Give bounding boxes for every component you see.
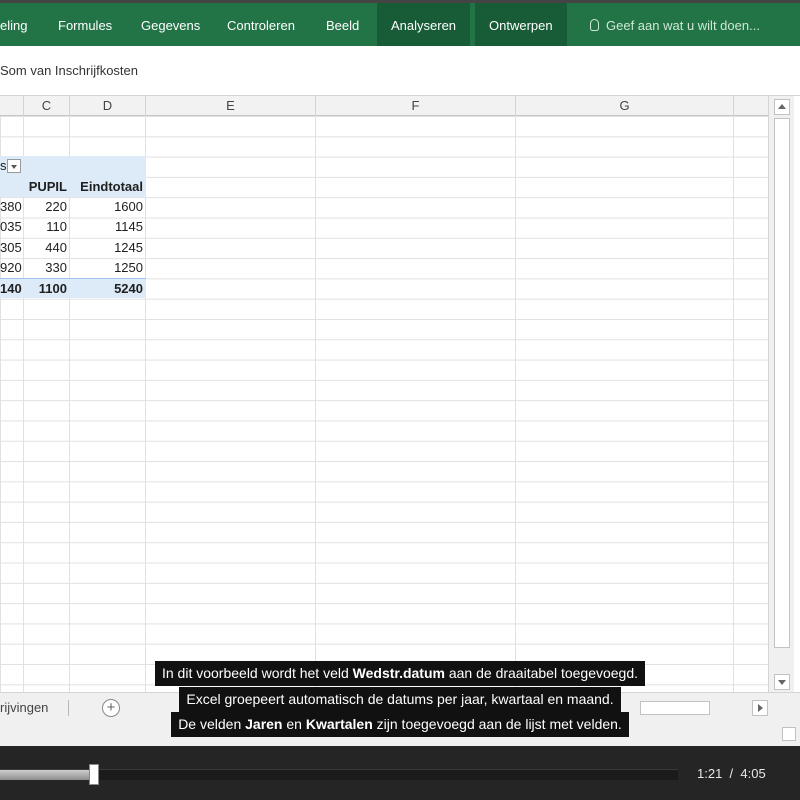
subtitle-line-1: In dit voorbeeld wordt het veld Wedstr.d… bbox=[154, 661, 646, 686]
seek-handle[interactable] bbox=[89, 764, 99, 785]
pivot-cell: 1250 bbox=[114, 260, 143, 275]
video-player-controls: 1:21 / 4:05 bbox=[0, 746, 800, 800]
pivot-column-header: Eindtotaal bbox=[80, 179, 143, 194]
column-header-f[interactable]: F bbox=[316, 96, 516, 116]
pivot-cell: 1245 bbox=[114, 240, 143, 255]
seek-bar-progress bbox=[0, 770, 94, 780]
pivot-grand-total: 5240 bbox=[114, 281, 143, 296]
pivot-cell: 920 bbox=[0, 260, 22, 275]
worksheet-grid[interactable]: C D E F G s PUPIL Eindtotaal 380 220 160… bbox=[0, 96, 768, 692]
gridline bbox=[515, 116, 516, 692]
lightbulb-icon bbox=[590, 19, 599, 31]
scroll-up-icon[interactable] bbox=[774, 99, 790, 115]
scrollbar-thumb[interactable] bbox=[774, 118, 790, 648]
column-header-c[interactable]: C bbox=[24, 96, 70, 116]
pivot-cell: 380 bbox=[0, 199, 22, 214]
ribbon-tab-bar: eling Formules Gegevens Controleren Beel… bbox=[0, 0, 800, 46]
pivot-cell: 110 bbox=[46, 219, 67, 234]
video-subtitles: In dit voorbeeld wordt het veld Wedstr.d… bbox=[0, 661, 800, 738]
seek-bar[interactable] bbox=[0, 764, 678, 785]
column-headers: C D E F G bbox=[0, 96, 768, 116]
formula-bar-content: Som van Inschrijfkosten bbox=[0, 63, 139, 78]
tab-controleren[interactable]: Controleren bbox=[227, 3, 295, 46]
time-separator: / bbox=[729, 766, 734, 781]
tab-ontwerpen[interactable]: Ontwerpen bbox=[475, 3, 567, 46]
pivot-cell: 1600 bbox=[114, 199, 143, 214]
tell-me-text: Geef aan wat u wilt doen... bbox=[606, 18, 760, 33]
pivot-cell: 035 bbox=[0, 219, 22, 234]
pivot-cell: 220 bbox=[45, 199, 67, 214]
tab-analyseren[interactable]: Analyseren bbox=[377, 3, 471, 46]
pivot-cell: 440 bbox=[45, 240, 67, 255]
formula-bar[interactable]: Som van Inschrijfkosten bbox=[0, 46, 800, 96]
gridline bbox=[733, 116, 734, 692]
column-header-b[interactable] bbox=[0, 96, 24, 116]
pivot-column-header: PUPIL bbox=[28, 179, 67, 194]
filter-dropdown-icon[interactable] bbox=[7, 159, 21, 173]
column-header-d[interactable]: D bbox=[70, 96, 146, 116]
subtitle-line-3: De velden Jaren en Kwartalen zijn toegev… bbox=[171, 712, 629, 737]
time-display: 1:21 / 4:05 bbox=[697, 766, 766, 781]
column-header-h[interactable] bbox=[734, 96, 768, 116]
vertical-scrollbar[interactable] bbox=[768, 96, 794, 692]
tell-me-search[interactable]: Geef aan wat u wilt doen... bbox=[590, 3, 760, 46]
current-time: 1:21 bbox=[697, 766, 723, 781]
column-header-e[interactable]: E bbox=[146, 96, 316, 116]
pivot-total-cell: 140 bbox=[0, 281, 22, 296]
column-header-g[interactable]: G bbox=[516, 96, 734, 116]
tab-beeld[interactable]: Beeld bbox=[326, 3, 359, 46]
pivot-total-cell: 1100 bbox=[38, 281, 67, 296]
pivot-cell: 305 bbox=[0, 240, 22, 255]
tab-indeling[interactable]: eling bbox=[0, 3, 27, 46]
pivot-cell: 1145 bbox=[115, 219, 143, 234]
pivot-cell: 330 bbox=[45, 260, 67, 275]
subtitle-line-2: Excel groepeert automatisch de datums pe… bbox=[179, 686, 621, 712]
total-time: 4:05 bbox=[740, 766, 766, 781]
tab-gegevens[interactable]: Gegevens bbox=[141, 3, 200, 46]
tab-formules[interactable]: Formules bbox=[58, 3, 112, 46]
gridline bbox=[315, 116, 316, 692]
